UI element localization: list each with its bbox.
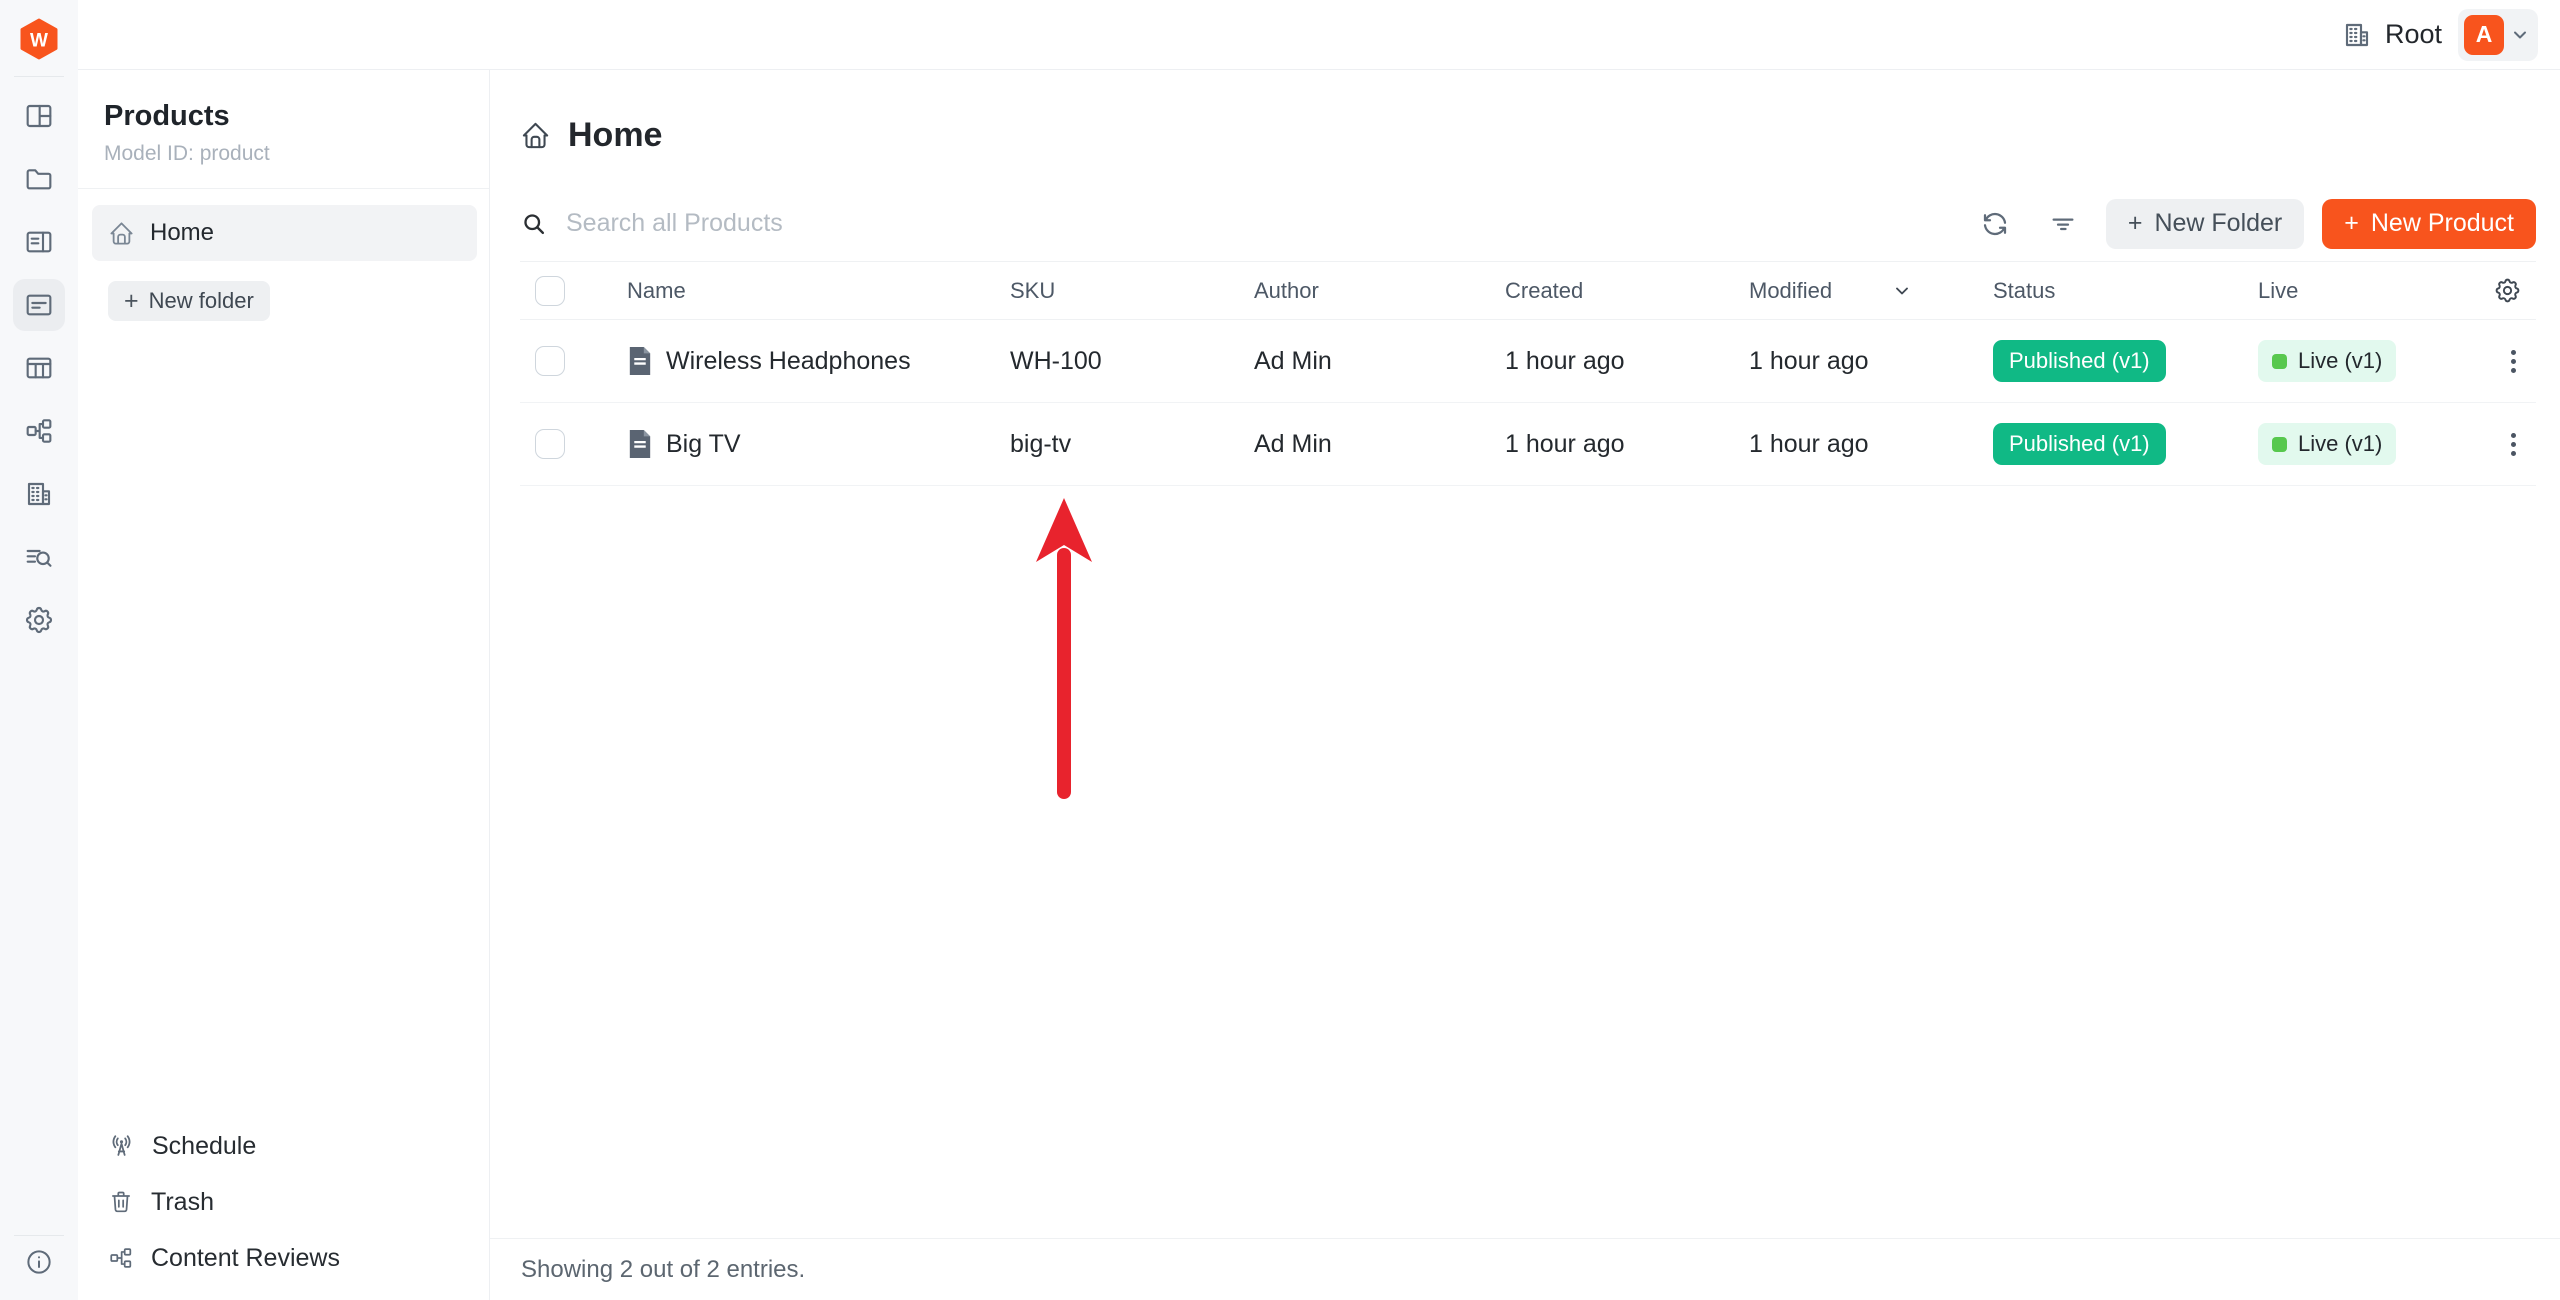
filter-icon[interactable] <box>2048 209 2078 239</box>
plus-icon: + <box>2128 209 2143 238</box>
info-icon[interactable] <box>13 1236 65 1288</box>
broadcast-icon <box>108 1133 135 1160</box>
account-menu[interactable]: A <box>2458 9 2538 61</box>
entry-author: Ad Min <box>1254 430 1505 459</box>
column-header-name[interactable]: Name <box>627 278 1010 304</box>
row-checkbox[interactable] <box>535 346 565 376</box>
model-id-subtitle: Model ID: product <box>104 142 463 166</box>
chevron-down-icon <box>2510 25 2530 45</box>
trash-label: Trash <box>151 1188 214 1217</box>
status-badge: Published (v1) <box>1993 423 2166 465</box>
layout-icon[interactable] <box>13 90 65 142</box>
column-header-author[interactable]: Author <box>1254 278 1505 304</box>
model-title: Products <box>104 100 463 133</box>
search-icon <box>520 210 548 238</box>
table-settings-gear-icon[interactable] <box>2493 276 2522 305</box>
tenant-label: Root <box>2385 19 2442 50</box>
page-builder-icon[interactable] <box>13 216 65 268</box>
column-header-modified[interactable]: Modified <box>1749 278 1993 304</box>
folder-icon[interactable] <box>13 153 65 205</box>
new-folder-button-label: New Folder <box>2154 209 2282 238</box>
sidebar-header: Products Model ID: product <box>78 70 489 189</box>
table-row[interactable]: Wireless Headphones WH-100 Ad Min 1 hour… <box>520 320 2536 403</box>
search-input[interactable] <box>566 209 1206 238</box>
entry-sku: big-tv <box>1010 430 1254 459</box>
toolbar: + New Folder + New Product <box>520 186 2536 262</box>
sort-chevron-down-icon <box>1892 281 1912 301</box>
document-icon <box>627 347 653 375</box>
row-actions-kebab-icon[interactable] <box>2505 344 2522 379</box>
entry-name: Big TV <box>666 430 741 459</box>
home-icon <box>108 220 135 247</box>
tenant-selector[interactable]: Root <box>2341 19 2442 51</box>
content-entries-icon[interactable] <box>13 279 65 331</box>
live-badge: Live (v1) <box>2258 423 2396 465</box>
plus-icon: + <box>124 287 139 316</box>
rail-divider <box>14 76 64 77</box>
live-dot-icon <box>2272 437 2287 452</box>
gear-icon[interactable] <box>13 594 65 646</box>
list-footer: Showing 2 out of 2 entries. <box>490 1238 2560 1300</box>
search-bar <box>520 209 1980 238</box>
sidebar-item-trash[interactable]: Trash <box>108 1174 477 1230</box>
sidebar-item-content-reviews[interactable]: Content Reviews <box>108 1230 477 1286</box>
entry-name: Wireless Headphones <box>666 347 911 376</box>
new-product-button[interactable]: + New Product <box>2322 199 2536 249</box>
select-all-checkbox[interactable] <box>535 276 565 306</box>
new-folder-chip-label: New folder <box>149 288 254 314</box>
sidebar-home-label: Home <box>150 219 214 247</box>
workflow-icon <box>108 1245 134 1271</box>
topbar: Root A <box>78 0 2560 70</box>
entry-sku: WH-100 <box>1010 347 1254 376</box>
entries-count-text: Showing 2 out of 2 entries. <box>521 1256 805 1284</box>
avatar: A <box>2464 15 2504 55</box>
column-header-sku[interactable]: SKU <box>1010 278 1254 304</box>
row-checkbox[interactable] <box>535 429 565 459</box>
content-reviews-label: Content Reviews <box>151 1244 340 1273</box>
table-row[interactable]: Big TV big-tv Ad Min 1 hour ago 1 hour a… <box>520 403 2536 486</box>
building-icon[interactable] <box>13 468 65 520</box>
home-icon <box>520 120 551 151</box>
icon-rail: W <box>0 0 78 1300</box>
column-header-created[interactable]: Created <box>1505 278 1749 304</box>
page-heading: Home <box>520 114 2536 156</box>
table-header-row: Name SKU Author Created Modified Status … <box>520 262 2536 320</box>
sidebar: Products Model ID: product Home + New fo… <box>78 70 490 1300</box>
new-product-button-label: New Product <box>2371 209 2514 238</box>
row-actions-kebab-icon[interactable] <box>2505 427 2522 462</box>
sidebar-item-schedule[interactable]: Schedule <box>108 1118 477 1174</box>
sidebar-item-home[interactable]: Home <box>92 205 477 261</box>
live-badge-label: Live (v1) <box>2298 431 2382 457</box>
new-folder-chip-button[interactable]: + New folder <box>108 281 270 321</box>
building-icon <box>2341 19 2373 51</box>
document-icon <box>627 430 653 458</box>
live-badge: Live (v1) <box>2258 340 2396 382</box>
table-icon[interactable] <box>13 342 65 394</box>
live-dot-icon <box>2272 354 2287 369</box>
plus-icon: + <box>2344 209 2359 238</box>
refresh-icon[interactable] <box>1980 209 2010 239</box>
main-content: Home + New Folder + New Product Name SKU… <box>490 70 2560 1300</box>
trash-icon <box>108 1189 134 1215</box>
page-title: Home <box>568 116 662 155</box>
audit-search-icon[interactable] <box>13 531 65 583</box>
column-header-status[interactable]: Status <box>1993 278 2258 304</box>
logo-letter: W <box>30 31 48 52</box>
flow-icon[interactable] <box>13 405 65 457</box>
live-badge-label: Live (v1) <box>2298 348 2382 374</box>
entry-created: 1 hour ago <box>1505 430 1749 459</box>
new-folder-button[interactable]: + New Folder <box>2106 199 2304 249</box>
entry-created: 1 hour ago <box>1505 347 1749 376</box>
modified-header-label: Modified <box>1749 278 1832 304</box>
status-badge: Published (v1) <box>1993 340 2166 382</box>
entry-modified: 1 hour ago <box>1749 430 1993 459</box>
sidebar-footer: Schedule Trash Content Reviews <box>78 1118 489 1300</box>
entry-modified: 1 hour ago <box>1749 347 1993 376</box>
schedule-label: Schedule <box>152 1132 256 1161</box>
column-header-live[interactable]: Live <box>2258 278 2440 304</box>
webiny-logo[interactable]: W <box>18 18 60 60</box>
entry-author: Ad Min <box>1254 347 1505 376</box>
